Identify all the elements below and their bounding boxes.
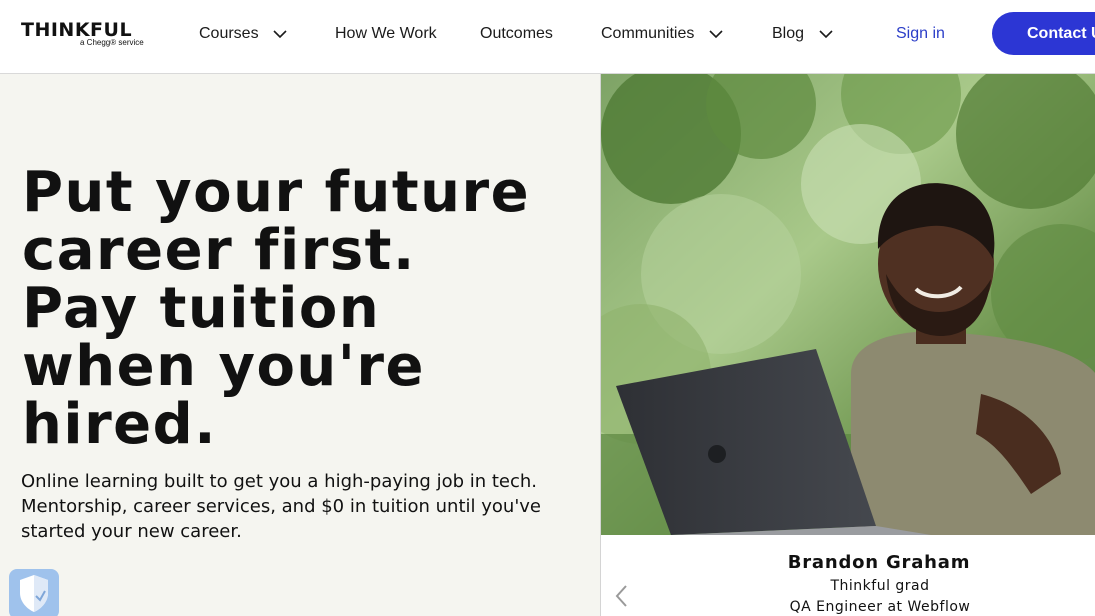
chevron-left-icon[interactable] — [613, 582, 631, 610]
headline-line: Put your future — [22, 160, 531, 225]
nav-courses[interactable]: Courses — [199, 22, 287, 46]
privacy-settings-button[interactable] — [9, 569, 59, 616]
headline-line: Pay tuition — [22, 276, 381, 341]
shield-check-icon — [20, 575, 48, 612]
graduate-role: QA Engineer at Webflow — [789, 599, 971, 615]
nav-outcomes-label: Outcomes — [480, 25, 553, 42]
thinkful-logo[interactable]: THINKFUL a Chegg® service — [21, 19, 153, 49]
nav-blog[interactable]: Blog — [772, 22, 833, 46]
sign-in-link[interactable]: Sign in — [896, 22, 945, 46]
nav-communities-label: Communities — [601, 25, 695, 42]
chevron-down-icon — [819, 30, 833, 39]
nav-courses-label: Courses — [199, 25, 259, 42]
nav-communities[interactable]: Communities — [601, 22, 723, 46]
nav-how-we-work-label: How We Work — [335, 25, 437, 42]
chevron-down-icon — [709, 30, 723, 39]
graduate-status: Thinkful grad — [830, 578, 930, 594]
graduate-name: Brandon Graham — [787, 552, 971, 573]
contact-us-button[interactable]: Contact Us — [992, 12, 1095, 55]
logo-tagline: a Chegg® service — [80, 38, 144, 47]
headline-line: career first. — [22, 218, 416, 283]
hero-headline: Put your future career first. Pay tuitio… — [22, 164, 597, 454]
graduate-photo — [601, 74, 1095, 535]
nav-blog-label: Blog — [772, 25, 805, 42]
headline-line: when you're — [22, 334, 426, 399]
chevron-down-icon — [273, 30, 287, 39]
site-header: THINKFUL a Chegg® service Courses How We… — [0, 0, 1095, 74]
headline-line: hired. — [22, 392, 218, 457]
hero-subtext: Online learning built to get you a high-… — [21, 471, 541, 542]
hero-text-panel: Put your future career first. Pay tuitio… — [0, 74, 600, 616]
nav-how-we-work[interactable]: How We Work — [335, 22, 437, 46]
testimonial-panel: Brandon Graham Thinkful grad QA Engineer… — [600, 74, 1095, 616]
nav-outcomes[interactable]: Outcomes — [480, 22, 553, 46]
